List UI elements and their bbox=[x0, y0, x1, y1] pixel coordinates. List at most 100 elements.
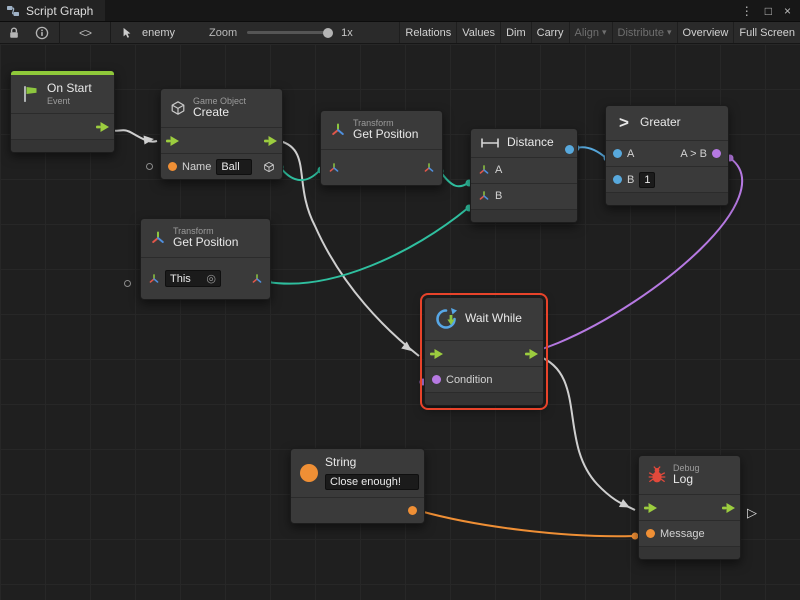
node-distance[interactable]: Distance A B bbox=[470, 128, 578, 223]
node-greater[interactable]: > Greater A A > B B 1 bbox=[605, 105, 729, 206]
node-string[interactable]: String Close enough! bbox=[290, 448, 425, 524]
vector-output-port[interactable] bbox=[251, 273, 263, 285]
graph-canvas[interactable]: On Start Event Game Object Create Name bbox=[0, 44, 800, 600]
tab-label: Script Graph bbox=[26, 4, 93, 18]
node-title: Log bbox=[673, 473, 700, 487]
tab-script-graph[interactable]: Script Graph bbox=[0, 0, 105, 21]
node-title: On Start bbox=[47, 82, 92, 96]
lock-icon[interactable] bbox=[0, 22, 28, 43]
node-get-position-top[interactable]: Transform Get Position bbox=[320, 110, 443, 186]
wire-string-to-message[interactable] bbox=[420, 511, 634, 536]
node-header: > Greater bbox=[606, 106, 728, 140]
transform-field[interactable]: This ◎ bbox=[165, 270, 221, 287]
target-picker-icon[interactable]: ◎ bbox=[206, 272, 216, 285]
button-label: Values bbox=[462, 27, 495, 39]
greater-icon: > bbox=[615, 113, 633, 133]
port-label: B bbox=[627, 174, 634, 186]
unconnected-port-indicator[interactable] bbox=[124, 280, 131, 287]
button-label: Dim bbox=[506, 27, 526, 39]
node-header: Distance bbox=[471, 129, 577, 157]
relations-button[interactable]: Relations bbox=[399, 22, 456, 43]
node-header: On Start Event bbox=[11, 75, 114, 113]
zoom-slider[interactable] bbox=[247, 31, 333, 34]
node-title: Create bbox=[193, 106, 246, 120]
flow-output-port[interactable] bbox=[264, 136, 277, 146]
flow-output-port[interactable] bbox=[96, 122, 109, 132]
vector-input-port-b[interactable] bbox=[478, 190, 490, 202]
wire-waitwhile-to-log[interactable] bbox=[538, 356, 635, 510]
number-output-port[interactable] bbox=[565, 145, 574, 154]
toolbar-separator bbox=[59, 22, 60, 44]
flag-icon bbox=[20, 84, 40, 104]
window-controls: ⋮ □ × bbox=[741, 4, 800, 18]
wire-getposition2-to-distance-b[interactable] bbox=[268, 208, 468, 284]
node-debug-log[interactable]: Debug Log Message bbox=[638, 455, 741, 560]
node-footer bbox=[639, 546, 740, 559]
node-wait-while[interactable]: Wait While Condition bbox=[424, 297, 544, 406]
dropdown-caret-icon: ▾ bbox=[602, 27, 607, 38]
code-view-icon[interactable]: <> bbox=[63, 26, 107, 40]
node-footer bbox=[606, 192, 728, 205]
flow-input-port[interactable] bbox=[430, 349, 443, 359]
input-port-a[interactable] bbox=[613, 149, 622, 158]
transform-input-port[interactable] bbox=[328, 162, 340, 174]
dropdown-caret-icon: ▾ bbox=[667, 27, 672, 38]
value-b-field[interactable]: 1 bbox=[639, 172, 655, 188]
graph-target-label[interactable]: enemy bbox=[142, 27, 175, 39]
flow-output-port[interactable] bbox=[722, 503, 735, 513]
input-port-b[interactable] bbox=[613, 175, 622, 184]
node-header: String Close enough! bbox=[291, 449, 424, 497]
values-button[interactable]: Values bbox=[456, 22, 500, 43]
node-on-start[interactable]: On Start Event bbox=[10, 70, 115, 153]
flow-output-port[interactable] bbox=[525, 349, 538, 359]
zoom-label: Zoom bbox=[209, 27, 237, 39]
condition-input-port[interactable] bbox=[432, 375, 441, 384]
game-object-output-port[interactable] bbox=[263, 161, 275, 173]
button-label: Carry bbox=[537, 27, 564, 39]
node-get-position-left[interactable]: Transform Get Position This ◎ bbox=[140, 218, 271, 300]
node-footer bbox=[471, 209, 577, 222]
zoom-slider-handle[interactable] bbox=[323, 28, 333, 38]
transform-input-port[interactable] bbox=[148, 273, 160, 285]
port-label: Name bbox=[182, 161, 211, 173]
name-input-port[interactable] bbox=[168, 162, 177, 171]
wire-getposition-to-distance-a[interactable] bbox=[440, 171, 468, 186]
port-label: Condition bbox=[446, 374, 492, 386]
field-value: 1 bbox=[644, 174, 650, 186]
port-label: A bbox=[495, 164, 502, 176]
vector-output-port[interactable] bbox=[423, 162, 435, 174]
flow-input-port[interactable] bbox=[166, 136, 179, 146]
name-field[interactable]: Ball bbox=[216, 159, 252, 175]
node-create[interactable]: Game Object Create Name Ball bbox=[160, 88, 283, 180]
message-input-port[interactable] bbox=[646, 529, 655, 538]
boolean-output-port[interactable] bbox=[712, 149, 721, 158]
overview-button[interactable]: Overview bbox=[677, 22, 734, 43]
distance-icon bbox=[480, 137, 500, 149]
flow-input-port[interactable] bbox=[644, 503, 657, 513]
node-title: Get Position bbox=[353, 128, 418, 142]
string-value-field[interactable]: Close enough! bbox=[325, 474, 419, 491]
vector-input-port-a[interactable] bbox=[478, 164, 490, 176]
button-label: Overview bbox=[683, 27, 729, 39]
window-menu-icon[interactable]: ⋮ bbox=[741, 4, 753, 18]
window-close-icon[interactable]: × bbox=[784, 4, 791, 18]
wire-distance-to-greater[interactable] bbox=[576, 147, 606, 158]
port-label: B bbox=[495, 190, 502, 202]
string-output-port[interactable] bbox=[408, 506, 417, 515]
carry-button[interactable]: Carry bbox=[531, 22, 569, 43]
string-icon bbox=[300, 464, 318, 482]
distribute-button[interactable]: Distribute ▾ bbox=[612, 22, 677, 43]
transform-icon bbox=[330, 122, 346, 138]
align-button[interactable]: Align ▾ bbox=[569, 22, 612, 43]
pointer-icon bbox=[114, 22, 140, 43]
dim-button[interactable]: Dim bbox=[500, 22, 531, 43]
window-maximize-icon[interactable]: □ bbox=[765, 4, 772, 18]
node-header: Transform Get Position bbox=[321, 111, 442, 149]
info-icon[interactable] bbox=[28, 22, 56, 43]
button-label: Full Screen bbox=[739, 27, 795, 39]
fullscreen-button[interactable]: Full Screen bbox=[733, 22, 800, 43]
flow-continue-indicator: ▷ bbox=[747, 505, 757, 521]
port-label: Message bbox=[660, 528, 705, 540]
unconnected-port-indicator[interactable] bbox=[146, 163, 153, 170]
node-header: Debug Log bbox=[639, 456, 740, 494]
